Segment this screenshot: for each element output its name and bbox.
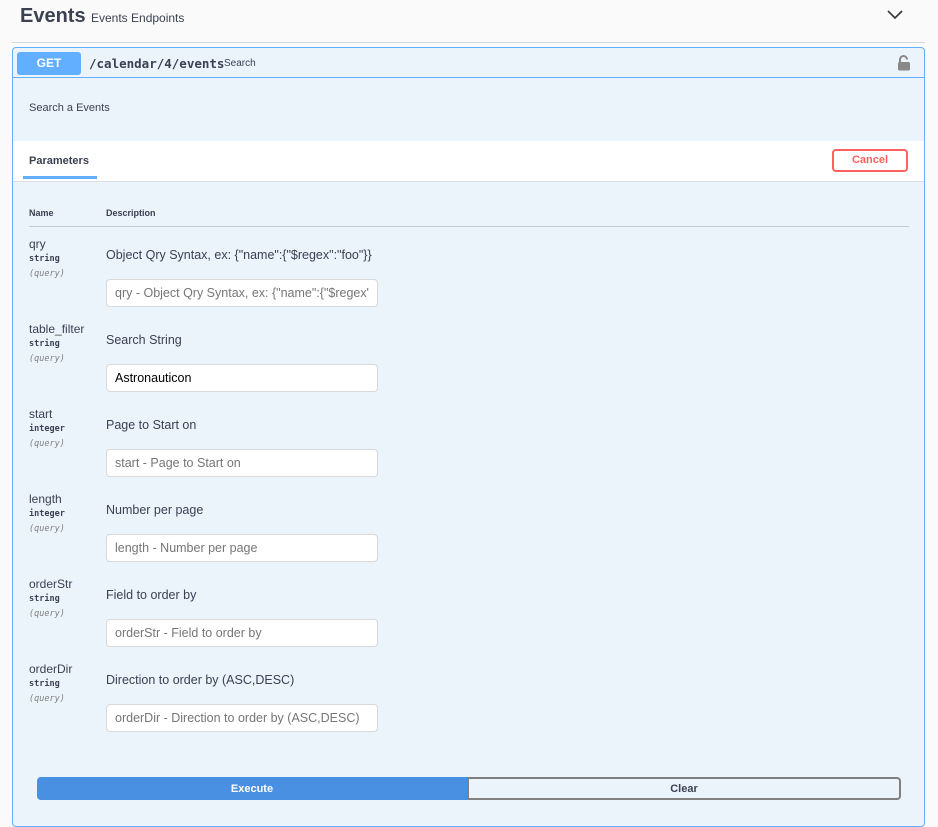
parameter-row-orderdir: orderDir string (query) Direction to ord… bbox=[13, 662, 924, 747]
operation-block: GET /calendar/4/events Search Search a E… bbox=[12, 47, 925, 827]
parameter-location: (query) bbox=[29, 694, 65, 704]
table-filter-input[interactable] bbox=[106, 364, 378, 392]
orderdir-input[interactable] bbox=[106, 704, 378, 732]
tag-title: Events bbox=[20, 5, 86, 27]
parameter-name: length bbox=[29, 492, 62, 506]
parameter-name: start bbox=[29, 407, 53, 421]
parameter-description: Search String bbox=[106, 333, 182, 347]
start-input[interactable] bbox=[106, 449, 378, 477]
clear-button[interactable]: Clear bbox=[467, 777, 901, 800]
parameter-name: qry bbox=[29, 237, 46, 251]
parameter-description: Field to order by bbox=[106, 588, 197, 602]
parameter-type: string bbox=[29, 679, 60, 689]
parameter-name: table_filter bbox=[29, 322, 85, 336]
parameter-type: string bbox=[29, 254, 60, 264]
parameter-type: integer bbox=[29, 424, 65, 434]
column-header-name: Name bbox=[29, 208, 54, 218]
parameter-description: Page to Start on bbox=[106, 418, 197, 432]
operation-summary[interactable]: GET /calendar/4/events Search bbox=[13, 48, 924, 78]
parameter-location: (query) bbox=[29, 609, 65, 619]
parameter-location: (query) bbox=[29, 439, 65, 449]
parameter-type: string bbox=[29, 339, 60, 349]
parameter-location: (query) bbox=[29, 354, 65, 364]
chevron-down-icon[interactable] bbox=[886, 7, 904, 21]
tab-underline bbox=[23, 176, 97, 179]
execute-button[interactable]: Execute bbox=[37, 777, 467, 800]
parameter-description: Direction to order by (ASC,DESC) bbox=[106, 673, 295, 687]
parameter-row-orderstr: orderStr string (query) Field to order b… bbox=[13, 577, 924, 662]
parameter-row-table-filter: table_filter string (query) Search Strin… bbox=[13, 322, 924, 407]
parameter-description: Number per page bbox=[106, 503, 204, 517]
header-divider bbox=[29, 226, 909, 227]
operation-summary-text: Search bbox=[224, 58, 256, 69]
parameter-type: string bbox=[29, 594, 60, 604]
parameter-row-start: start integer (query) Page to Start on bbox=[13, 407, 924, 492]
parameter-row-length: length integer (query) Number per page bbox=[13, 492, 924, 577]
parameter-type: integer bbox=[29, 509, 65, 519]
length-input[interactable] bbox=[106, 534, 378, 562]
tag-description: Events Endpoints bbox=[91, 11, 185, 25]
parameter-description: Object Qry Syntax, ex: {"name":{"$regex"… bbox=[106, 248, 372, 262]
column-header-description: Description bbox=[106, 208, 156, 218]
parameter-location: (query) bbox=[29, 269, 65, 279]
operation-path: /calendar/4/events bbox=[89, 56, 225, 71]
orderstr-input[interactable] bbox=[106, 619, 378, 647]
parameter-name: orderDir bbox=[29, 662, 73, 676]
unlock-icon[interactable] bbox=[897, 55, 911, 71]
divider bbox=[12, 42, 925, 43]
cancel-button[interactable]: Cancel bbox=[832, 149, 908, 172]
action-buttons: Execute Clear bbox=[37, 777, 901, 800]
parameter-row-qry: qry string (query) Object Qry Syntax, ex… bbox=[13, 237, 924, 322]
parameter-name: orderStr bbox=[29, 577, 73, 591]
tag-header[interactable]: Events Events Endpoints bbox=[0, 0, 938, 43]
parameters-header: Parameters Cancel bbox=[13, 141, 924, 182]
method-badge: GET bbox=[17, 52, 81, 75]
operation-description: Search a Events bbox=[29, 102, 110, 114]
tab-parameters[interactable]: Parameters bbox=[29, 155, 89, 167]
parameter-location: (query) bbox=[29, 524, 65, 534]
qry-input[interactable] bbox=[106, 279, 378, 307]
